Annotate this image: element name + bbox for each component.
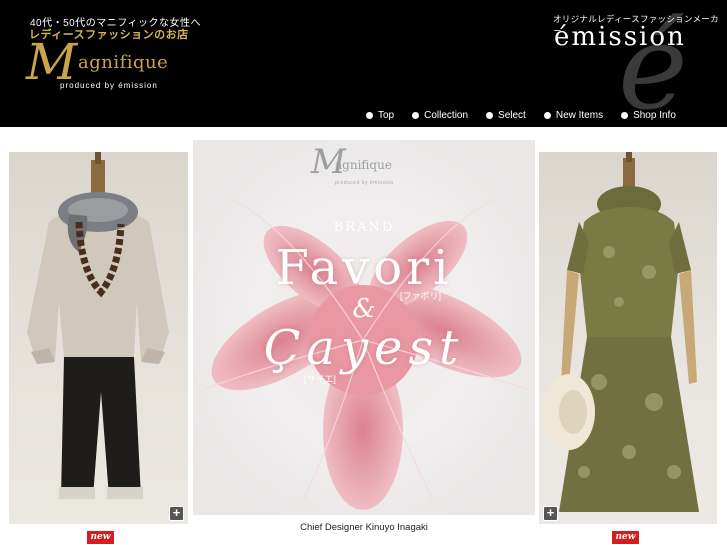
banner-brand-favori: Favori <box>275 240 453 296</box>
bullet-icon <box>543 112 551 119</box>
brand-banner[interactable]: M agnifique produced by émission BRAND F… <box>193 140 535 515</box>
main-nav: Top Collection Select New Items Shop Inf… <box>366 110 676 121</box>
designer-caption: Chief Designer Kinuyo Inagaki <box>300 522 428 533</box>
product-photo-right[interactable]: + <box>539 152 717 524</box>
emission-logo[interactable]: émission <box>554 22 686 52</box>
banner-brand-label: BRAND <box>333 220 395 235</box>
zoom-plus-button[interactable]: + <box>169 506 184 521</box>
nav-item-collection[interactable]: Collection <box>412 110 468 121</box>
bullet-icon <box>366 112 373 119</box>
banner-logo-wordmark: agnifique <box>335 158 392 172</box>
site-header: é 40代・50代のマニフィックな女性へ レディースファッションのお店 M ag… <box>0 0 727 127</box>
bullet-icon <box>621 112 629 119</box>
zoom-plus-button[interactable]: + <box>543 506 558 521</box>
nav-label: Top <box>378 110 395 121</box>
nav-item-new-items[interactable]: New Items <box>543 110 604 121</box>
logo-subtitle: produced by émission <box>60 81 158 90</box>
bullet-icon <box>412 112 420 119</box>
banner-brand-cayest: Çayest <box>263 320 465 376</box>
nav-label: New Items <box>555 110 604 121</box>
nav-item-top[interactable]: Top <box>366 110 394 121</box>
bullet-icon <box>486 112 494 119</box>
logo-wordmark: agnifique <box>78 52 169 73</box>
nav-item-select[interactable]: Select <box>486 110 526 121</box>
nav-label: Select <box>498 110 526 121</box>
banner-cayest-reading: [サイエ] <box>304 374 336 384</box>
new-badge-left[interactable]: new <box>87 531 114 544</box>
mannequin-outfit-left-image <box>27 152 169 499</box>
product-photo-left[interactable]: + <box>9 152 188 524</box>
new-badge-right[interactable]: new <box>612 531 639 544</box>
nav-item-shop-info[interactable]: Shop Info <box>621 110 676 121</box>
nav-label: Collection <box>424 110 469 121</box>
mannequin-outfit-right-image <box>543 152 699 512</box>
banner-logo-subtitle: produced by émission <box>335 180 394 186</box>
nav-label: Shop Info <box>633 110 676 121</box>
